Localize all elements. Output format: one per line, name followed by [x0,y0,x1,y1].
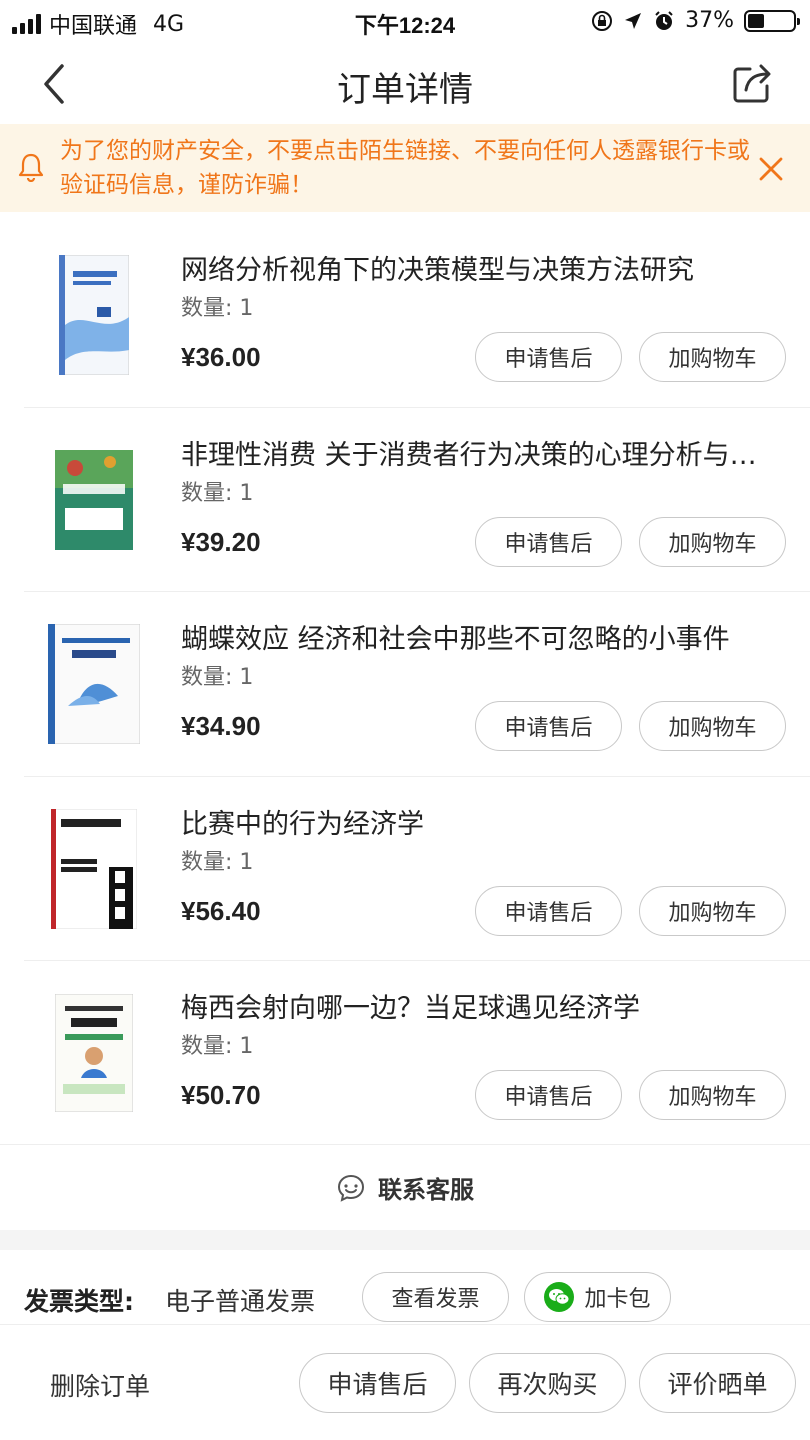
item-quantity: 数量: 1 [181,480,254,506]
battery-icon [744,9,800,32]
item-quantity: 数量: 1 [181,1034,254,1059]
buy-again-button[interactable]: 再次购买 [469,1353,626,1413]
location-icon [625,12,642,29]
aftersale-button[interactable]: 申请售后 [475,885,622,936]
list-item[interactable]: 非理性消费 关于消费者行为决策的心理分析与研究 数量: 1 ¥39.20 申请售… [0,406,810,592]
page-title: 订单详情 [337,70,473,110]
add-to-wallet-label: 加卡包 [584,1287,651,1312]
book-cover-image[interactable] [44,250,144,380]
bottom-action-bar: 删除订单 申请售后 再次购买 评价晒单 [0,1324,810,1440]
list-item[interactable]: 梅西会射向哪一边？当足球遇见经济学 数量: 1 ¥50.70 申请售后 加购物车 [0,960,810,1145]
aftersale-button[interactable]: 申请售后 [475,1070,622,1120]
book-cover-image[interactable] [44,804,144,934]
aftersale-button[interactable]: 申请售后 [475,701,622,751]
customer-service-icon [337,1174,365,1202]
orientation-lock-icon [592,10,613,31]
invoice-section: 发票类型: 电子普通发票 查看发票 加卡包 [0,1250,810,1324]
item-quantity: 数量: 1 [181,665,254,690]
aftersale-button[interactable]: 申请售后 [475,516,622,567]
book-cover-image[interactable] [44,988,144,1118]
add-to-cart-button[interactable]: 加购物车 [639,701,786,751]
item-quantity: 数量: 1 [181,849,254,875]
item-price: ¥34.90 [181,711,261,741]
battery-percent: 37% [685,8,734,33]
order-aftersale-button[interactable]: 申请售后 [299,1353,456,1413]
share-icon[interactable] [730,60,776,106]
invoice-type-value: 电子普通发票 [165,1287,316,1316]
view-invoice-button[interactable]: 查看发票 [362,1272,509,1322]
item-name[interactable]: 网络分析视角下的决策模型与决策方法研究 [181,248,781,287]
list-item[interactable]: 网络分析视角下的决策模型与决策方法研究 数量: 1 ¥36.00 申请售后 加购… [0,222,810,407]
item-quantity: 数量: 1 [181,296,254,321]
item-price: ¥36.00 [181,342,261,372]
add-to-cart-button[interactable]: 加购物车 [639,1070,786,1120]
contact-service-label: 联系客服 [378,1176,474,1204]
order-items: 网络分析视角下的决策模型与决策方法研究 数量: 1 ¥36.00 申请售后 加购… [0,222,810,1145]
item-price: ¥56.40 [181,895,261,926]
add-to-cart-button[interactable]: 加购物车 [639,332,786,382]
delete-order-button[interactable]: 删除订单 [50,1367,150,1403]
item-name[interactable]: 非理性消费 关于消费者行为决策的心理分析与研究 [181,433,781,472]
add-to-wallet-button[interactable]: 加卡包 [524,1272,671,1322]
alarm-icon [655,10,673,30]
add-to-cart-button[interactable]: 加购物车 [639,885,786,936]
wechat-icon [544,1282,575,1312]
item-name[interactable]: 梅西会射向哪一边？当足球遇见经济学 [181,986,781,1025]
notice-text: 为了您的财产安全，不要点击陌生链接、不要向任何人透露银行卡或验证码信息，谨防诈骗… [60,138,750,198]
security-notice: 为了您的财产安全，不要点击陌生链接、不要向任何人透露银行卡或验证码信息，谨防诈骗… [0,124,810,212]
nav-bar: 订单详情 [0,42,810,124]
invoice-type-label: 发票类型: [24,1287,134,1316]
add-to-cart-button[interactable]: 加购物车 [639,516,786,567]
status-bar: 中国联通 4G 下午12:24 37% [0,0,810,42]
close-icon[interactable] [758,156,784,182]
book-cover-image[interactable] [44,619,144,749]
list-item[interactable]: 比赛中的行为经济学 数量: 1 ¥56.40 申请售后 加购物车 [0,775,810,961]
item-name[interactable]: 比赛中的行为经济学 [181,802,781,841]
book-cover-image[interactable] [44,435,144,565]
item-price: ¥50.70 [181,1080,261,1110]
list-item[interactable]: 蝴蝶效应 经济和社会中那些不可忽略的小事件 数量: 1 ¥34.90 申请售后 … [0,591,810,776]
review-button[interactable]: 评价晒单 [639,1353,796,1413]
item-name[interactable]: 蝴蝶效应 经济和社会中那些不可忽略的小事件 [181,617,781,656]
bell-icon [18,153,44,182]
contact-service-button[interactable]: 联系客服 [0,1144,810,1230]
section-divider [0,1230,810,1250]
item-price: ¥39.20 [181,526,261,557]
aftersale-button[interactable]: 申请售后 [475,332,622,382]
